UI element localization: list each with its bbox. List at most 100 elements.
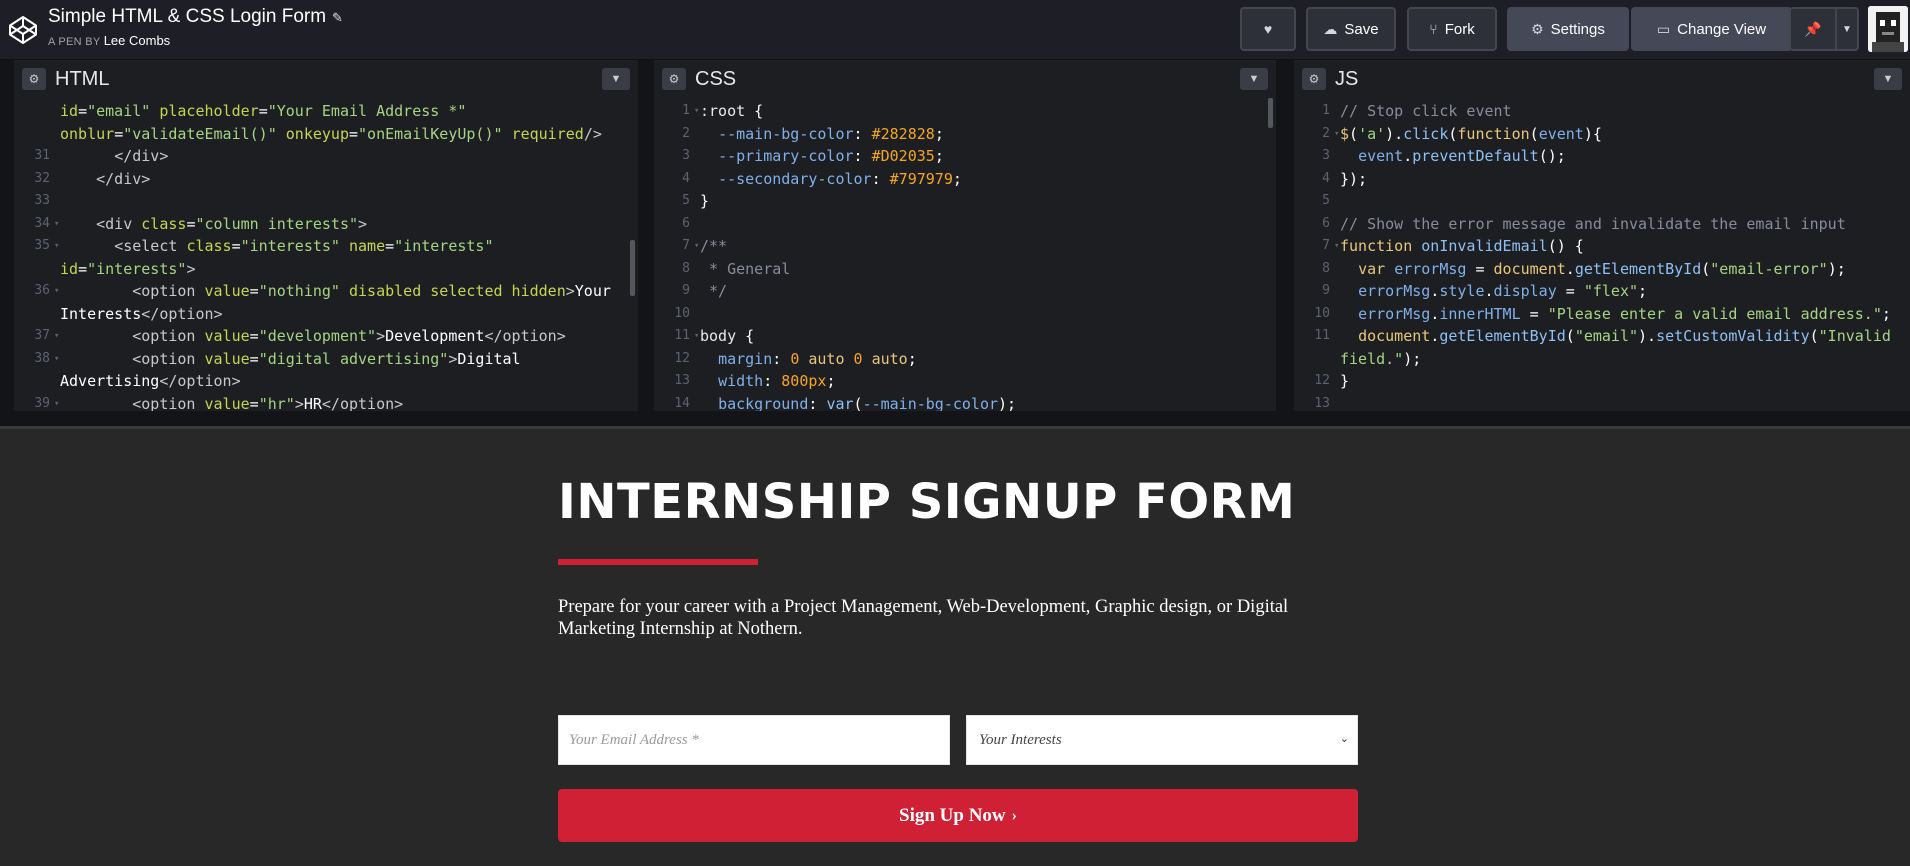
byline-prefix: A PEN BY [48, 36, 101, 48]
fold-arrow-icon[interactable]: ▾ [54, 235, 59, 258]
css-scrollbar[interactable] [1268, 98, 1273, 128]
code-line[interactable]: 6 // Show the error message and invalidat… [1294, 213, 1910, 236]
code-line[interactable]: 31 </div> [14, 145, 638, 168]
code-line[interactable]: 9 */ [654, 280, 1276, 303]
code-text: --main-bg-color: #282828; [718, 124, 944, 143]
code-line[interactable]: id="email" placeholder="Your Email Addre… [14, 100, 638, 123]
html-editor[interactable]: ⚙ HTML ▼ id="email" placeholder="Your Em… [14, 60, 638, 411]
code-line[interactable]: 10 errorMsg.innerHTML = "Please enter a … [1294, 303, 1910, 326]
js-editor[interactable]: ⚙ JS ▼ 1// Stop click event 2 ▾ $('a').clic… [1294, 60, 1910, 411]
chevron-right-icon: › [1011, 806, 1017, 824]
author-link[interactable]: Lee Combs [104, 33, 170, 48]
code-line[interactable]: 3 --primary-color: #D02035; [654, 145, 1276, 168]
fold-arrow-icon[interactable]: ▾ [1334, 235, 1339, 258]
line-number: 12 [674, 350, 690, 366]
html-settings-gear-icon[interactable]: ⚙ [22, 68, 46, 90]
code-line[interactable]: 11 document.getElementById("email").setC… [1294, 325, 1910, 348]
code-text: // Stop click event [1340, 102, 1512, 120]
code-line[interactable]: 13 width: 800px; [654, 370, 1276, 393]
code-line[interactable]: 33 [14, 190, 638, 213]
change-view-button[interactable]: ▭ Change View [1631, 7, 1792, 51]
code-line[interactable]: 14 background: var(--main-bg-color); [654, 393, 1276, 412]
css-pane-header: ⚙ CSS ▼ [654, 64, 1276, 94]
code-line[interactable]: 34 ▾ <div class="column interests"> [14, 213, 638, 236]
fold-arrow-icon[interactable]: ▾ [1334, 123, 1339, 146]
pen-title-text[interactable]: Simple HTML & CSS Login Form [48, 6, 326, 27]
settings-label: Settings [1550, 20, 1605, 38]
code-line[interactable]: 1 ▾:root { [654, 100, 1276, 123]
code-line[interactable]: 10 [654, 303, 1276, 326]
heart-button[interactable]: ♥ [1240, 7, 1296, 51]
code-text: function onInvalidEmail() { [1340, 237, 1584, 255]
css-code[interactable]: 1 ▾:root {2 --main-bg-color: #282828; 3 --… [654, 100, 1276, 411]
code-line[interactable]: 36 ▾ <option value="nothing" disabled sel… [14, 280, 638, 303]
js-code[interactable]: 1// Stop click event 2 ▾ $('a').click(funct… [1294, 100, 1910, 411]
code-line[interactable]: 6 [654, 213, 1276, 236]
avatar[interactable] [1868, 6, 1908, 52]
line-number: 4 [1322, 170, 1330, 186]
code-line[interactable]: 8 * General [654, 258, 1276, 281]
email-input[interactable] [558, 715, 950, 765]
fold-arrow-icon[interactable]: ▾ [694, 325, 699, 348]
interests-select[interactable]: Your Interests ⌄ [966, 715, 1358, 765]
line-number: 9 [682, 283, 690, 298]
fold-arrow-icon[interactable]: ▾ [694, 100, 699, 123]
code-line[interactable]: 12} [1294, 370, 1910, 393]
code-line[interactable]: 11 ▾ body { [654, 325, 1276, 348]
code-line[interactable]: field."); [1294, 348, 1910, 371]
code-line[interactable]: id="interests"> [14, 258, 638, 281]
css-settings-gear-icon[interactable]: ⚙ [662, 68, 686, 90]
js-settings-gear-icon[interactable]: ⚙ [1302, 68, 1326, 90]
js-collapse-chevron-icon[interactable]: ▼ [1874, 68, 1902, 90]
fold-arrow-icon[interactable]: ▾ [54, 393, 59, 412]
html-collapse-chevron-icon[interactable]: ▼ [602, 68, 630, 90]
code-line[interactable]: 5} [654, 190, 1276, 213]
code-line[interactable]: 38 ▾ <option value="digital advertising">… [14, 348, 638, 371]
code-line[interactable]: 12 margin: 0 auto 0 auto; [654, 348, 1276, 371]
fork-button[interactable]: ⑂ Fork [1407, 7, 1497, 51]
code-line[interactable]: 5 [1294, 190, 1910, 213]
pin-button[interactable]: 📌 [1789, 7, 1837, 51]
css-editor[interactable]: ⚙ CSS ▼ 1 ▾:root {2 --main-bg-color: #282… [654, 60, 1276, 411]
code-text: <select class="interests" name="interest… [114, 237, 494, 255]
settings-button[interactable]: ⚙ Settings [1507, 7, 1629, 51]
code-line[interactable]: 7 ▾ function onInvalidEmail() { [1294, 235, 1910, 258]
code-line[interactable]: 2 --main-bg-color: #282828; [654, 123, 1276, 146]
codepen-logo-icon[interactable] [8, 15, 38, 45]
code-text: */ [700, 282, 728, 300]
code-line[interactable]: 7 ▾/** [654, 235, 1276, 258]
code-line[interactable]: 35 ▾ <select class="interests" name="inte… [14, 235, 638, 258]
pencil-icon[interactable]: ✎ [332, 10, 343, 25]
code-line[interactable]: 3 event.preventDefault(); [1294, 145, 1910, 168]
save-button[interactable]: ☁ Save [1306, 7, 1396, 51]
code-line[interactable]: 9 errorMsg.style.display = "flex"; [1294, 280, 1910, 303]
code-line[interactable]: Advertising</option> [14, 370, 638, 393]
code-line[interactable]: Interests</option> [14, 303, 638, 326]
code-line[interactable]: onblur="validateEmail()" onkeyup="onEmai… [14, 123, 638, 146]
code-line[interactable]: 4}); [1294, 168, 1910, 191]
code-line[interactable]: 37 ▾ <option value="development">Developm… [14, 325, 638, 348]
fold-arrow-icon[interactable]: ▾ [54, 280, 59, 303]
code-text: var errorMsg = document.getElementById("… [1358, 259, 1846, 278]
fold-arrow-icon[interactable]: ▾ [694, 235, 699, 258]
pin-menu-button[interactable]: ▼ [1835, 7, 1859, 51]
code-line[interactable]: 32 </div> [14, 168, 638, 191]
editor-area: ⚙ HTML ▼ id="email" placeholder="Your Em… [0, 60, 1910, 426]
code-line[interactable]: 1 // Stop click event [1294, 100, 1910, 123]
code-line[interactable]: 13 [1294, 393, 1910, 412]
html-scrollbar[interactable] [630, 240, 635, 296]
line-number: 31 [34, 148, 50, 163]
fold-arrow-icon[interactable]: ▾ [54, 213, 59, 236]
code-text: margin: 0 auto 0 auto; [718, 349, 917, 368]
css-collapse-chevron-icon[interactable]: ▼ [1240, 68, 1268, 90]
code-line[interactable]: 39 ▾ <option value="hr">HR</option> [14, 393, 638, 412]
fold-arrow-icon[interactable]: ▾ [54, 325, 59, 348]
fold-arrow-icon[interactable]: ▾ [54, 348, 59, 371]
code-line[interactable]: 2 ▾ $('a').click(function(event){ [1294, 123, 1910, 146]
form-description: Prepare for your career with a Project M… [558, 597, 1289, 639]
html-code[interactable]: id="email" placeholder="Your Email Addre… [14, 100, 638, 411]
sign-up-button[interactable]: Sign Up Now › [558, 789, 1358, 842]
code-line[interactable]: 4 --secondary-color: #797979; [654, 168, 1276, 191]
pen-title[interactable]: Simple HTML & CSS Login Form ✎ [48, 6, 343, 28]
code-line[interactable]: 8 var errorMsg = document.getElementById… [1294, 258, 1910, 281]
